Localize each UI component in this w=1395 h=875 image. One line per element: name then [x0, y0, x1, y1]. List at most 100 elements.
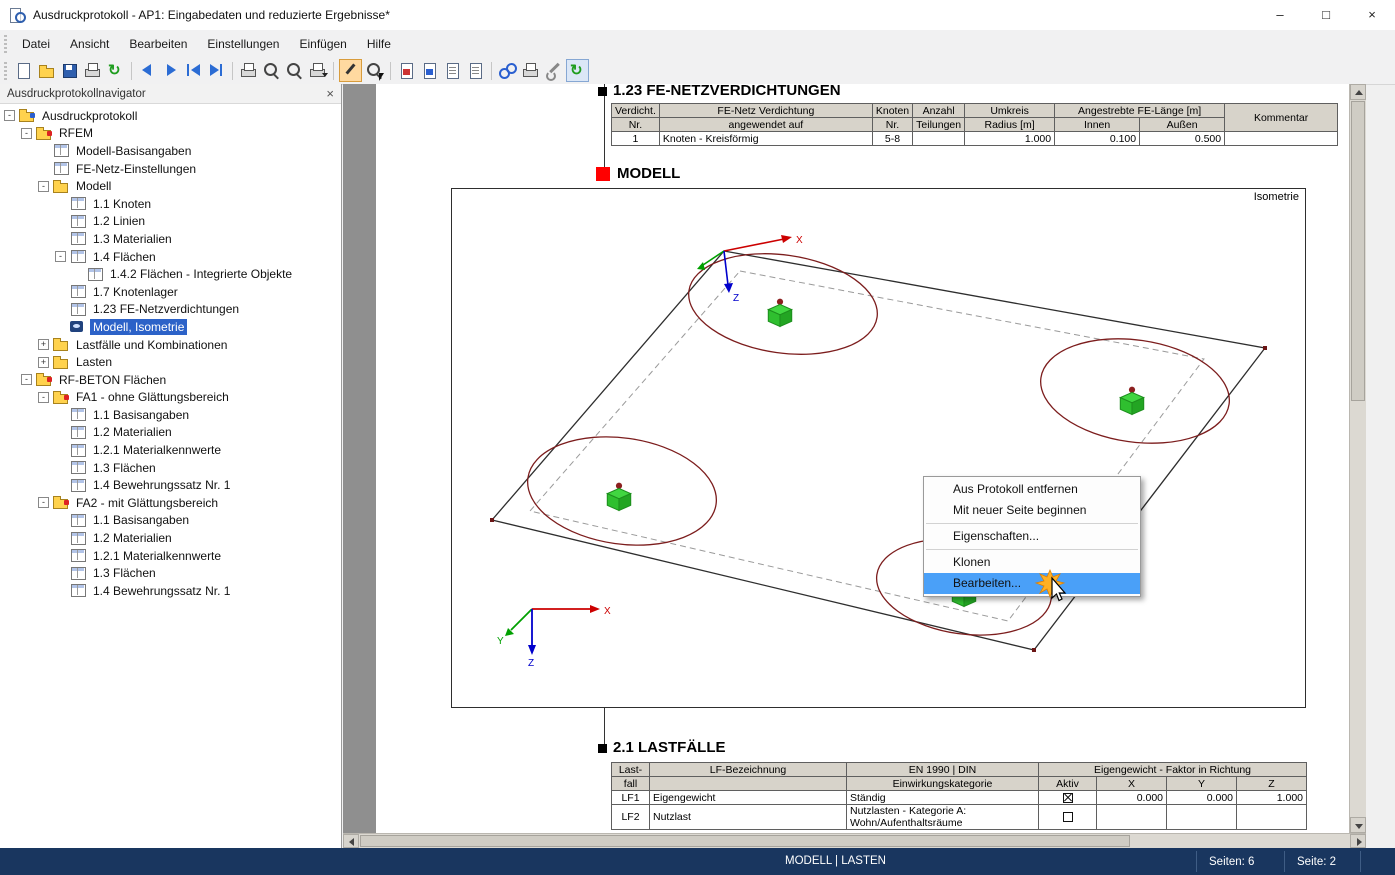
tree-item[interactable]: -Modell	[0, 177, 341, 195]
context-menu-item[interactable]: Aus Protokoll entfernen	[924, 479, 1140, 500]
menu-bearbeiten[interactable]: Bearbeiten	[119, 32, 197, 56]
tools-icon[interactable]	[543, 60, 564, 81]
maximize-button[interactable]: □	[1303, 0, 1349, 30]
zoom-in-icon[interactable]	[261, 60, 282, 81]
menu-einstellungen[interactable]: Einstellungen	[197, 32, 289, 56]
context-menu-item[interactable]: Bearbeiten...	[924, 573, 1140, 594]
scroll-down-button[interactable]	[1350, 817, 1366, 833]
tree-item[interactable]: 1.1 Basisangaben	[0, 512, 341, 530]
tree-item[interactable]: -Ausdruckprotokoll	[0, 107, 341, 125]
tree-expander-icon[interactable]: -	[38, 392, 49, 403]
tree-item[interactable]: 1.4 Bewehrungssatz Nr. 1	[0, 582, 341, 600]
close-button[interactable]: ×	[1349, 0, 1395, 30]
zoom-out-icon[interactable]	[284, 60, 305, 81]
nav-forward-icon[interactable]	[160, 60, 181, 81]
tree-expander-icon[interactable]: -	[55, 251, 66, 262]
scroll-left-icon	[349, 838, 354, 846]
tree-expander-icon[interactable]: +	[38, 357, 49, 368]
context-menu-item[interactable]: Mit neuer Seite beginnen	[924, 500, 1140, 521]
tree-expander-icon[interactable]: -	[38, 497, 49, 508]
tree-item-label: RFEM	[56, 125, 96, 141]
tree-item[interactable]: +Lastfälle und Kombinationen	[0, 336, 341, 354]
horizontal-scroll-thumb[interactable]	[360, 835, 1130, 847]
save-icon[interactable]	[59, 60, 80, 81]
tree-item[interactable]: Modell, Isometrie	[0, 318, 341, 336]
table-header-cell: angewendet auf	[659, 118, 872, 132]
scroll-left-button[interactable]	[343, 834, 359, 848]
tree-item[interactable]: 1.1 Knoten	[0, 195, 341, 213]
vertical-scroll-thumb[interactable]	[1351, 101, 1365, 401]
tree-item[interactable]: Modell-Basisangaben	[0, 142, 341, 160]
export-txt-icon[interactable]	[465, 60, 486, 81]
tree-expander-icon[interactable]: -	[21, 374, 32, 385]
last-page-icon[interactable]	[206, 60, 227, 81]
tree-item-label: FE-Netz-Einstellungen	[73, 161, 199, 177]
print-icon[interactable]	[238, 60, 259, 81]
tree-item-label: 1.2 Materialien	[90, 424, 175, 440]
export-pdf-icon[interactable]	[396, 60, 417, 81]
tree-item[interactable]: -FA1 - ohne Glättungsbereich	[0, 389, 341, 407]
tree-item[interactable]: 1.3 Materialien	[0, 230, 341, 248]
menu-einf-gen[interactable]: Einfügen	[289, 32, 356, 56]
toolbar-separator	[232, 62, 233, 80]
tree-item[interactable]: 1.4.2 Flächen - Integrierte Objekte	[0, 265, 341, 283]
table-header-cell: Außen	[1140, 118, 1225, 132]
scroll-right-button[interactable]	[1350, 834, 1366, 848]
tree-item[interactable]: -FA2 - mit Glättungsbereich	[0, 494, 341, 512]
tree-item[interactable]: -RF-BETON Flächen	[0, 371, 341, 389]
minimize-button[interactable]: –	[1257, 0, 1303, 30]
navigator-close-icon[interactable]: ×	[326, 84, 334, 103]
export-doc-icon[interactable]	[442, 60, 463, 81]
new-report-icon[interactable]	[13, 60, 34, 81]
model-view[interactable]: Isometrie	[451, 188, 1306, 708]
table-icon	[87, 268, 103, 281]
tree-expander-icon[interactable]: -	[38, 181, 49, 192]
open-report-icon[interactable]	[36, 60, 57, 81]
refresh-icon[interactable]	[105, 60, 126, 81]
tree-item[interactable]: FE-Netz-Einstellungen	[0, 160, 341, 178]
tree-item[interactable]: - RFEM	[0, 125, 341, 143]
table-header-cell	[650, 777, 847, 791]
print-preview-icon[interactable]	[82, 60, 103, 81]
update-data-icon[interactable]	[566, 59, 589, 82]
menu-ansicht[interactable]: Ansicht	[60, 32, 119, 56]
vertical-scrollbar[interactable]	[1349, 84, 1366, 833]
context-menu-item[interactable]: Klonen	[924, 552, 1140, 573]
tree-item[interactable]: 1.3 Flächen	[0, 459, 341, 477]
tree-item[interactable]: 1.2 Materialien	[0, 529, 341, 547]
menu-hilfe[interactable]: Hilfe	[357, 32, 401, 56]
toolbar	[0, 57, 1395, 85]
tree-item[interactable]: 1.2 Materialien	[0, 424, 341, 442]
zoom-select-icon[interactable]	[364, 60, 385, 81]
print-export-icon[interactable]	[307, 60, 328, 81]
tree-item[interactable]: 1.7 Knotenlager	[0, 283, 341, 301]
pick-mode-icon[interactable]	[339, 59, 362, 82]
tree-item[interactable]: 1.2 Linien	[0, 213, 341, 231]
tree-item[interactable]: 1.2.1 Materialkennwerte	[0, 441, 341, 459]
context-menu-item[interactable]: Eigenschaften...	[924, 526, 1140, 547]
tree-item[interactable]: -1.4 Flächen	[0, 248, 341, 266]
nav-back-icon[interactable]	[137, 60, 158, 81]
tree-item-label: 1.1 Basisangaben	[90, 512, 192, 528]
tree-expander-icon[interactable]: -	[21, 128, 32, 139]
table-icon	[70, 426, 86, 439]
tree-item[interactable]: 1.1 Basisangaben	[0, 406, 341, 424]
tree-item[interactable]: 1.4 Bewehrungssatz Nr. 1	[0, 476, 341, 494]
menu-datei[interactable]: Datei	[12, 32, 60, 56]
first-page-icon[interactable]	[183, 60, 204, 81]
export-rtf-icon[interactable]	[419, 60, 440, 81]
link-icon[interactable]	[497, 60, 518, 81]
tree-expander-icon[interactable]: +	[38, 339, 49, 350]
tree-item[interactable]: 1.23 FE-Netzverdichtungen	[0, 301, 341, 319]
tree-item[interactable]: 1.2.1 Materialkennwerte	[0, 547, 341, 565]
print-settings-icon[interactable]	[520, 60, 541, 81]
context-menu-separator	[926, 549, 1138, 550]
horizontal-scrollbar[interactable]	[343, 833, 1366, 848]
scroll-up-button[interactable]	[1350, 84, 1366, 100]
tree-item[interactable]: +Lasten	[0, 353, 341, 371]
tree-expander-icon[interactable]: -	[4, 110, 15, 121]
report-page[interactable]: 1.23 FE-NETZVERDICHTUNGEN Verdicht.FE-Ne…	[376, 84, 1349, 833]
tree-item-label: Modell-Basisangaben	[73, 143, 194, 159]
tree-item[interactable]: 1.3 Flächen	[0, 564, 341, 582]
checkbox-unchecked-icon	[1063, 812, 1073, 822]
